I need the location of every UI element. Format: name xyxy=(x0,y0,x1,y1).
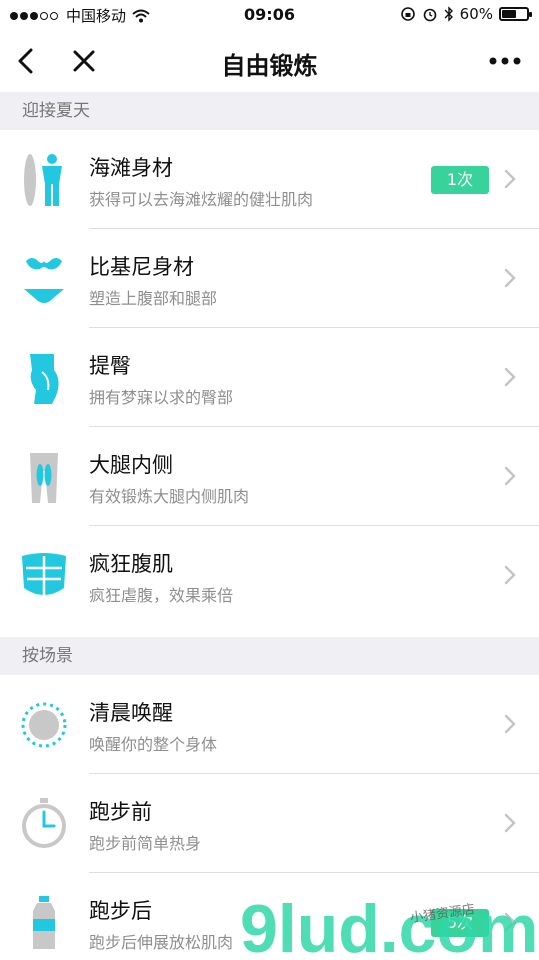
item-subtitle: 唤醒你的整个身体 xyxy=(89,735,218,754)
battery-percent: 60% xyxy=(459,5,493,23)
item-subtitle: 拥有梦寐以求的臀部 xyxy=(89,388,234,407)
item-title: 比基尼身材 xyxy=(89,255,194,279)
item-title: 跑步后 xyxy=(89,899,152,923)
status-bar: 中国移动 09:06 60% xyxy=(0,0,539,30)
chevron-right-icon xyxy=(504,367,516,387)
surfboard-body-icon xyxy=(24,154,62,206)
nav-bar: 自由锻炼 xyxy=(0,30,539,92)
count-badge: 5次 xyxy=(431,909,489,937)
page-title: 自由锻炼 xyxy=(221,52,318,80)
item-subtitle: 有效锻炼大腿内侧肌肉 xyxy=(89,487,250,506)
abs-icon xyxy=(22,553,66,596)
list-item-morning-wakeup[interactable]: 清晨唤醒 唤醒你的整个身体 xyxy=(0,675,539,774)
chevron-right-icon xyxy=(504,714,516,734)
item-subtitle: 疯狂虐腹，效果乘倍 xyxy=(89,586,234,605)
bluetooth-icon xyxy=(444,6,453,22)
count-badge: 1次 xyxy=(431,166,489,194)
item-subtitle: 塑造上腹部和腿部 xyxy=(89,289,218,308)
section-header-scene: 按场景 xyxy=(0,637,539,675)
list-item-post-run[interactable]: 跑步后 跑步后伸展放松肌肉 5次 xyxy=(0,873,539,960)
battery-fill xyxy=(502,10,517,18)
list-item-pre-run[interactable]: 跑步前 跑步前简单热身 xyxy=(0,774,539,873)
item-subtitle: 跑步前简单热身 xyxy=(89,834,202,853)
sun-icon xyxy=(21,702,67,748)
chevron-right-icon xyxy=(504,565,516,585)
rotation-lock-icon xyxy=(400,7,415,21)
chevron-right-icon xyxy=(504,912,516,932)
stopwatch-icon xyxy=(22,798,66,848)
item-title: 清晨唤醒 xyxy=(89,701,173,725)
item-title: 海滩身材 xyxy=(89,156,173,180)
water-bottle-icon xyxy=(33,896,55,949)
list-item-inner-thigh[interactable]: 大腿内侧 有效锻炼大腿内侧肌肉 xyxy=(0,427,539,526)
list-item-glutes[interactable]: 提臀 拥有梦寐以求的臀部 xyxy=(0,328,539,427)
list-item-bikini-body[interactable]: 比基尼身材 塑造上腹部和腿部 xyxy=(0,229,539,328)
item-title: 跑步前 xyxy=(89,800,152,824)
chevron-right-icon xyxy=(504,268,516,288)
more-button[interactable] xyxy=(485,43,525,79)
item-title: 提臀 xyxy=(89,354,131,378)
inner-thigh-icon xyxy=(30,453,58,503)
alarm-icon xyxy=(423,8,436,22)
section-header-summer: 迎接夏天 xyxy=(0,92,539,130)
battery-icon xyxy=(499,7,532,21)
status-right: 60% xyxy=(394,5,532,23)
list-item-beach-body[interactable]: 海滩身材 获得可以去海滩炫耀的健壮肌肉 1次 xyxy=(0,130,539,229)
list-item-crazy-abs[interactable]: 疯狂腹肌 疯狂虐腹，效果乘倍 xyxy=(0,526,539,625)
chevron-right-icon xyxy=(504,466,516,486)
chevron-right-icon xyxy=(504,813,516,833)
item-title: 疯狂腹肌 xyxy=(89,552,173,576)
bikini-icon xyxy=(24,258,64,303)
item-subtitle: 跑步后伸展放松肌肉 xyxy=(89,933,234,952)
glutes-icon xyxy=(30,354,59,404)
chevron-right-icon xyxy=(504,169,516,189)
item-subtitle: 获得可以去海滩炫耀的健壮肌肉 xyxy=(89,190,314,209)
item-title: 大腿内侧 xyxy=(89,453,173,477)
